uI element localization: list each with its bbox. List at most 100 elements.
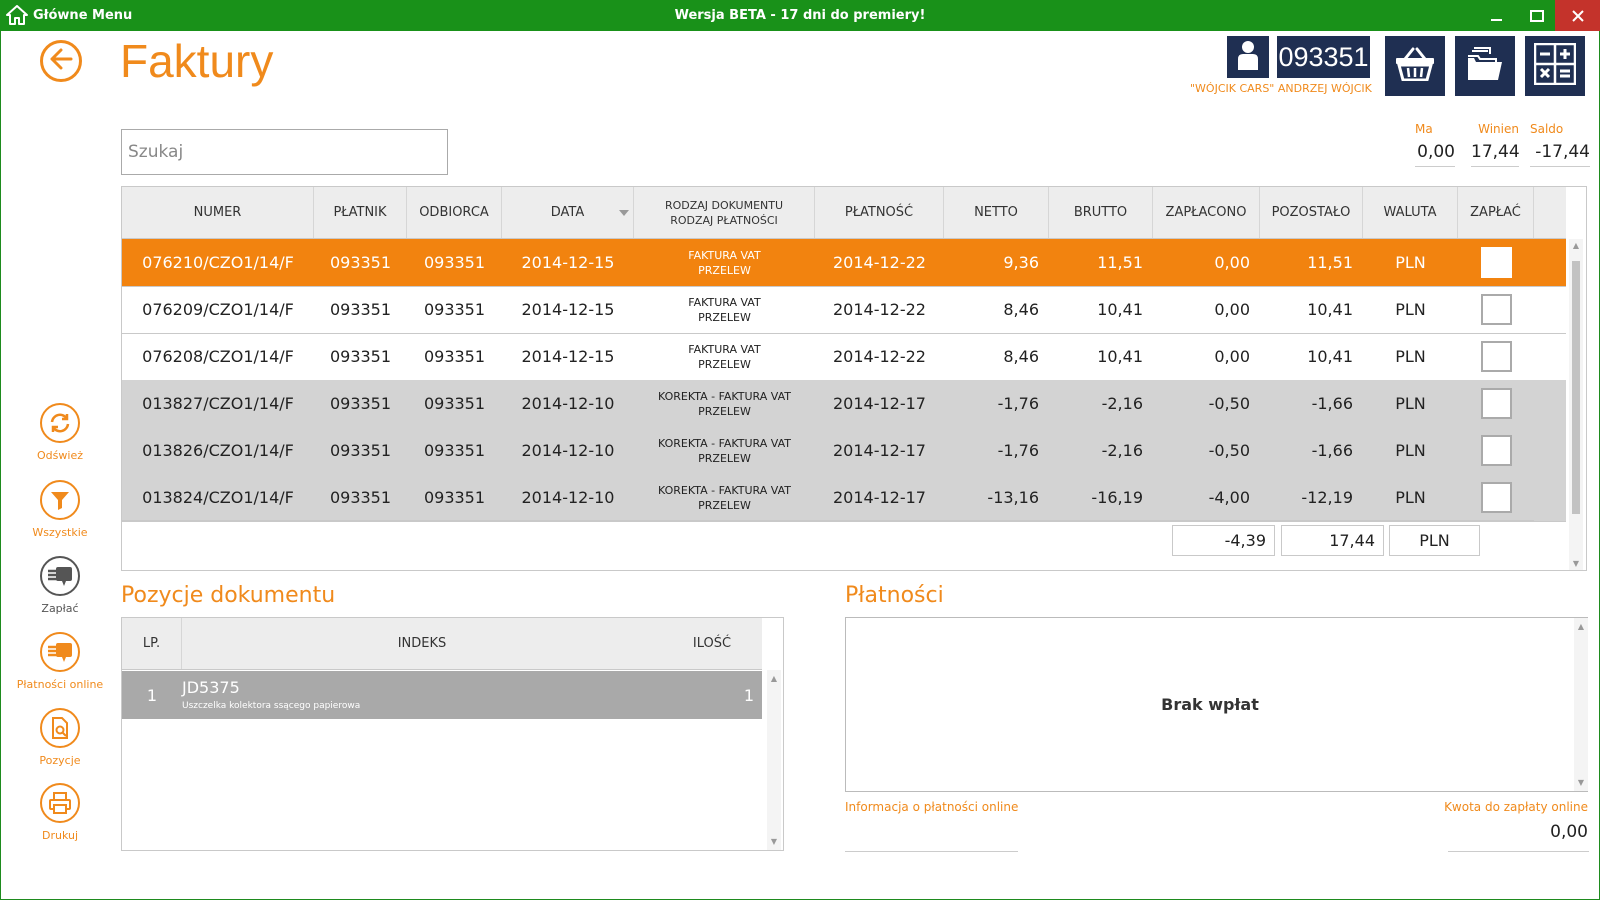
close-button[interactable]: [1555, 0, 1600, 31]
invoice-type: KOREKTA - FAKTURA VAT PRZELEW: [634, 427, 815, 474]
invoice-pay-checkbox[interactable]: [1480, 341, 1512, 372]
invoices-scrollbar[interactable]: ▲ ▼: [1569, 239, 1583, 570]
online-amount-value: 0,00: [1550, 822, 1588, 842]
invoice-pay-checkbox[interactable]: [1480, 294, 1512, 325]
page-title: Faktury: [120, 35, 274, 87]
filter-all-button[interactable]: Wszystkie: [10, 480, 110, 539]
online-amount-label: Kwota do zapłaty online: [1444, 800, 1588, 814]
online-payments-button[interactable]: Płatności online: [10, 632, 110, 691]
calculator-button[interactable]: [1525, 36, 1585, 96]
scroll-down-icon[interactable]: ▼: [1574, 778, 1588, 787]
scroll-down-icon[interactable]: ▼: [1569, 559, 1583, 568]
basket-button[interactable]: [1385, 36, 1445, 96]
col-numer[interactable]: NUMER: [122, 187, 314, 238]
winien-label: Winien: [1478, 122, 1519, 136]
col-rodzaj[interactable]: RODZAJ DOKUMENTU RODZAJ PŁATNOŚCI: [634, 187, 815, 238]
invoice-platnosc: 2014-12-17: [833, 488, 926, 507]
back-button[interactable]: [40, 40, 82, 82]
online-info-underline: [845, 851, 1018, 852]
saldo-value: -17,44: [1530, 142, 1590, 167]
invoice-odbiorca: 093351: [423, 347, 486, 366]
col-waluta[interactable]: WALUTA: [1363, 187, 1458, 238]
invoice-data: 2014-12-10: [521, 441, 615, 460]
col-lp[interactable]: LP.: [122, 618, 182, 669]
invoice-pay-checkbox[interactable]: [1480, 482, 1512, 513]
invoice-row[interactable]: 076209/CZO1/14/F 093351 093351 2014-12-15 20…: [122, 286, 1566, 334]
ma-label: Ma: [1415, 122, 1433, 136]
col-platnik[interactable]: PŁATNIK: [314, 187, 407, 238]
invoice-row[interactable]: 076208/CZO1/14/F 093351 093351 2014-12-15 20…: [122, 333, 1566, 381]
col-rodzaj-doc: RODZAJ DOKUMENTU: [664, 198, 784, 212]
col-pozostalo[interactable]: POZOSTAŁO: [1260, 187, 1363, 238]
invoice-brutto: -2,16: [1101, 394, 1143, 413]
invoice-platnik: 093351: [329, 347, 392, 366]
position-row[interactable]: 1 JD5375 Uszczelka kolektora ssącego pap…: [122, 671, 762, 719]
invoice-row[interactable]: 013824/CZO1/14/F 093351 093351 2014-12-10 20…: [122, 474, 1566, 522]
invoice-platnik: 093351: [329, 300, 392, 319]
saldo-label: Saldo: [1530, 122, 1564, 136]
col-zaplacono[interactable]: ZAPŁACONO: [1153, 187, 1260, 238]
search-input[interactable]: [121, 129, 448, 175]
folder-icon: [1466, 46, 1504, 86]
invoice-pay-type: PRZELEW: [698, 263, 751, 277]
scroll-up-icon[interactable]: ▲: [767, 674, 781, 683]
invoice-zaplacono: 0,00: [1214, 253, 1250, 272]
position-ilosc: 1: [743, 685, 754, 705]
summary-winien: Winien 17,44: [1471, 122, 1520, 167]
invoice-pozostalo: -1,66: [1311, 394, 1353, 413]
col-platnosc[interactable]: PŁATNOŚĆ: [815, 187, 944, 238]
invoice-type: FAKTURA VAT PRZELEW: [634, 239, 815, 286]
col-odbiorca[interactable]: ODBIORCA: [407, 187, 502, 238]
invoice-netto: 9,36: [1003, 253, 1039, 272]
maximize-button[interactable]: [1517, 0, 1557, 31]
col-indeks[interactable]: INDEKS: [182, 618, 662, 669]
invoice-pozostalo: 11,51: [1307, 253, 1353, 272]
filter-icon: [40, 480, 80, 520]
scroll-up-icon[interactable]: ▲: [1569, 241, 1583, 250]
home-icon[interactable]: [6, 5, 28, 25]
invoice-pay-cell: [1458, 474, 1534, 521]
invoice-pay-cell: [1458, 333, 1534, 380]
col-data[interactable]: DATA: [502, 187, 634, 238]
col-ilosc[interactable]: ILOŚĆ: [662, 618, 762, 669]
col-brutto[interactable]: BRUTTO: [1049, 187, 1153, 238]
scroll-thumb[interactable]: [1572, 261, 1580, 514]
invoice-pay-cell: [1458, 427, 1534, 474]
no-payments-message: Brak wpłat: [1161, 695, 1259, 714]
summary-ma: Ma 0,00: [1415, 122, 1455, 167]
invoice-row[interactable]: 013827/CZO1/14/F 093351 093351 2014-12-10 20…: [122, 380, 1566, 428]
window-title: Wersja BETA - 17 dni do premiery!: [674, 8, 926, 23]
invoice-pay-type: PRZELEW: [698, 451, 751, 465]
scroll-down-icon[interactable]: ▼: [767, 837, 781, 846]
documents-button[interactable]: [1455, 36, 1515, 96]
col-zaplac[interactable]: ZAPŁAĆ: [1458, 187, 1534, 238]
invoice-platnosc: 2014-12-17: [833, 394, 926, 413]
invoice-row[interactable]: 076210/CZO1/14/F 093351 093351 2014-12-15 20…: [122, 239, 1566, 287]
refresh-button[interactable]: Odśwież: [10, 403, 110, 462]
invoice-brutto: 10,41: [1097, 347, 1143, 366]
positions-scrollbar[interactable]: ▲ ▼: [767, 670, 781, 850]
invoice-pay-checkbox[interactable]: [1480, 435, 1512, 466]
invoice-pay-checkbox[interactable]: [1480, 388, 1512, 419]
pay-button[interactable]: Zapłać: [10, 556, 110, 615]
print-button[interactable]: Drukuj: [10, 783, 110, 842]
minimize-button[interactable]: [1477, 0, 1517, 31]
main-menu-link[interactable]: Główne Menu: [33, 8, 132, 23]
invoices-header: NUMER PŁATNIK ODBIORCA DATA RODZAJ DOKUM…: [122, 187, 1566, 239]
invoice-row[interactable]: 013826/CZO1/14/F 093351 093351 2014-12-10 20…: [122, 427, 1566, 475]
positions-button[interactable]: Pozycje: [10, 708, 110, 767]
invoice-pozostalo: -12,19: [1301, 488, 1353, 507]
online-payment-info-link[interactable]: Informacja o płatności online: [845, 800, 1018, 814]
totals-divider: [122, 520, 1534, 521]
position-lp: 1: [146, 685, 158, 705]
customer-code[interactable]: 093351: [1277, 36, 1370, 78]
col-netto[interactable]: NETTO: [944, 187, 1049, 238]
invoice-doc-type: KOREKTA - FAKTURA VAT: [658, 483, 791, 497]
invoice-waluta: PLN: [1395, 394, 1426, 413]
payments-scrollbar[interactable]: ▲ ▼: [1574, 618, 1588, 791]
invoice-pay-checkbox[interactable]: [1480, 247, 1512, 278]
basket-icon: [1395, 47, 1435, 85]
customer-button[interactable]: [1227, 36, 1269, 78]
scroll-up-icon[interactable]: ▲: [1574, 622, 1588, 631]
pay-label: Zapłać: [41, 602, 79, 615]
